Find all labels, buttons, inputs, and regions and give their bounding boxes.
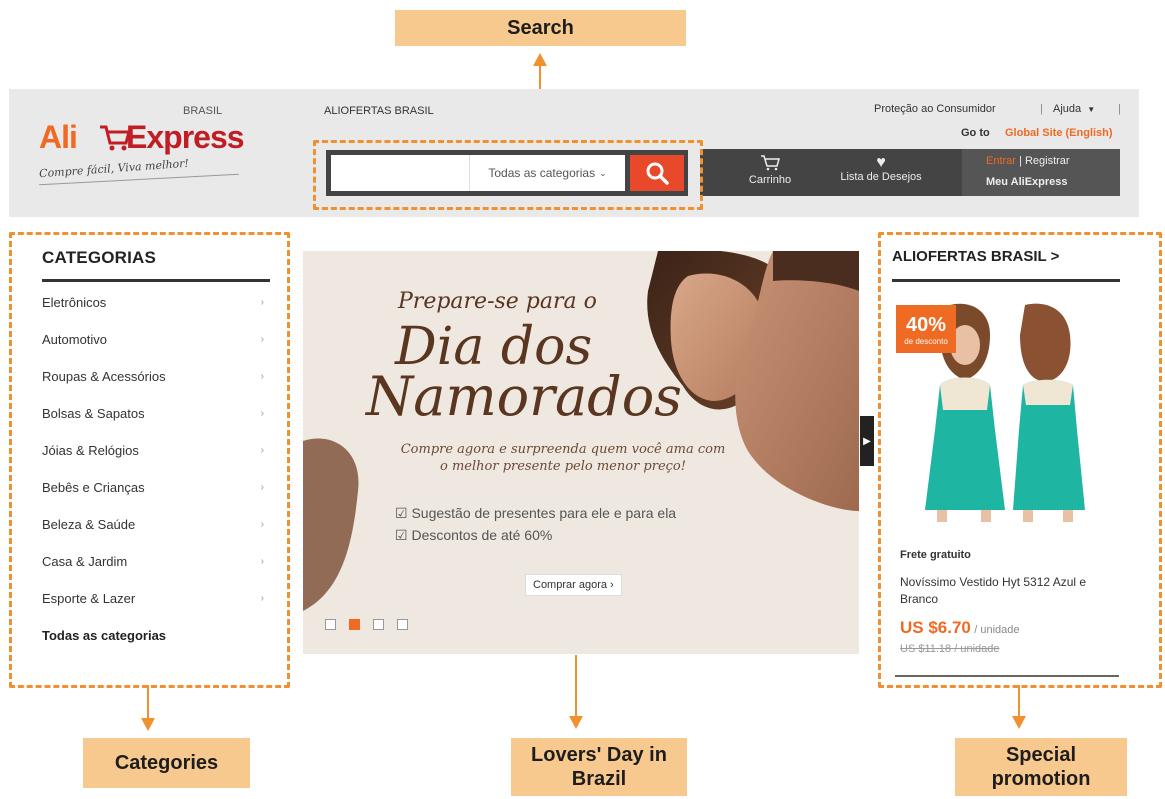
banner-annotation-arrowhead — [569, 716, 583, 729]
cart-label: Carrinho — [748, 174, 792, 186]
categories-annotation-arrowhead — [141, 718, 155, 731]
chevron-right-icon: › — [260, 297, 264, 308]
checkbox-icon: ☑ — [395, 505, 408, 521]
categories-title-rule — [42, 279, 270, 282]
banner-subtitle: Compre agora e surpreenda quem você ama … — [400, 442, 726, 474]
category-item[interactable]: Jóias & Relógios › — [42, 443, 270, 458]
chevron-right-icon: › — [260, 445, 264, 456]
promotion-annotation-arrowhead — [1012, 716, 1026, 729]
search-annotation: Search — [395, 10, 686, 46]
promotion-title-rule — [892, 279, 1120, 282]
cart-icon — [761, 155, 780, 171]
categories-title: CATEGORIAS — [42, 248, 157, 267]
all-categories-link[interactable]: Todas as categorias — [42, 628, 270, 643]
category-item[interactable]: Bebês e Crianças › — [42, 480, 270, 495]
aliofertas-top-link[interactable]: ALIOFERTAS BRASIL — [324, 105, 434, 117]
cart-logo-icon — [100, 125, 130, 151]
category-item[interactable]: Esporte & Lazer › — [42, 591, 270, 606]
chevron-right-icon: › — [260, 556, 264, 567]
chevron-down-icon: ▼ — [1087, 105, 1096, 114]
cart-button[interactable]: Carrinho — [735, 155, 805, 186]
banner-annotation: Lovers' Day in Brazil — [511, 738, 687, 796]
register-link[interactable]: Registrar — [1025, 155, 1070, 167]
logo-ali[interactable]: Ali — [39, 119, 78, 156]
old-price: US $11.18 / unidade — [900, 643, 1000, 655]
chevron-right-icon: ▶ — [863, 435, 871, 447]
chevron-right-icon: › — [260, 593, 264, 604]
categories-annotation: Categories — [83, 738, 250, 788]
logo-country: BRASIL — [183, 105, 223, 117]
banner-bullet: ☑ Sugestão de presentes para ele e para … — [395, 505, 677, 521]
chevron-right-icon: › — [260, 334, 264, 345]
buy-now-button[interactable]: Comprar agora › — [525, 574, 622, 596]
account-panel: Entrar | Registrar Meu AliExpress — [962, 149, 1120, 196]
consumer-protection-link[interactable]: Proteção ao Consumidor — [874, 103, 996, 115]
category-item[interactable]: Eletrônicos › — [42, 295, 270, 310]
banner-annotation-line — [575, 655, 577, 717]
slide-dot-active[interactable] — [349, 619, 360, 630]
banner-title-line2: Namorados — [366, 365, 682, 428]
next-slide-button[interactable]: ▶ — [860, 416, 874, 466]
category-item[interactable]: Automotivo › — [42, 332, 270, 347]
promotion-annotation: Special promotion — [955, 738, 1127, 796]
category-item[interactable]: Roupas & Acessórios › — [42, 369, 270, 384]
chevron-right-icon: › — [260, 482, 264, 493]
category-item[interactable]: Bolsas & Sapatos › — [42, 406, 270, 421]
chevron-right-icon: › — [260, 371, 264, 382]
categories-annotation-line — [147, 685, 149, 719]
promotion-annotation-line — [1018, 685, 1020, 717]
category-item[interactable]: Casa & Jardim › — [42, 554, 270, 569]
discount-badge: 40% de desconto — [896, 305, 956, 353]
category-item[interactable]: Beleza & Saúde › — [42, 517, 270, 532]
banner-bullet: ☑ Descontos de até 60% — [395, 527, 553, 543]
banner-pre-title: Prepare-se para o — [398, 289, 597, 314]
wishlist-button[interactable]: ♥ Lista de Desejos — [822, 154, 940, 184]
current-price: US $6.70 — [900, 618, 971, 637]
slide-dot[interactable] — [397, 619, 408, 630]
discount-percent: 40% — [905, 314, 947, 336]
valentines-banner[interactable]: Prepare-se para o Dia dos Namorados Comp… — [303, 251, 859, 654]
help-link[interactable]: Ajuda ▼ — [1053, 103, 1095, 115]
product-name-link[interactable]: Novíssimo Vestido Hyt 5312 Azul e Branco — [900, 574, 1120, 608]
my-account-link[interactable]: Meu AliExpress — [986, 176, 1068, 188]
global-site-link[interactable]: Global Site (English) — [1005, 127, 1113, 139]
goto-prefix: Go to — [961, 127, 990, 139]
promotion-bottom-rule — [895, 675, 1119, 677]
price-unit: / unidade — [974, 624, 1020, 636]
price: US $6.70 / unidade — [900, 618, 1020, 638]
discount-label: de desconto — [904, 337, 948, 346]
free-shipping-label: Frete gratuito — [900, 549, 971, 561]
divider: | — [1118, 103, 1121, 115]
search-highlight — [313, 140, 703, 210]
logo-express[interactable]: Express — [100, 119, 245, 156]
slide-dot[interactable] — [325, 619, 336, 630]
divider: | — [1040, 103, 1043, 115]
checkbox-icon: ☑ — [395, 527, 408, 543]
signin-link[interactable]: Entrar — [986, 155, 1016, 167]
chevron-right-icon: › — [260, 519, 264, 530]
chevron-right-icon: › — [260, 408, 264, 419]
promotion-title[interactable]: ALIOFERTAS BRASIL > — [892, 248, 1059, 265]
heart-icon: ♥ — [876, 154, 886, 171]
slide-dot[interactable] — [373, 619, 384, 630]
wishlist-label: Lista de Desejos — [840, 171, 922, 183]
